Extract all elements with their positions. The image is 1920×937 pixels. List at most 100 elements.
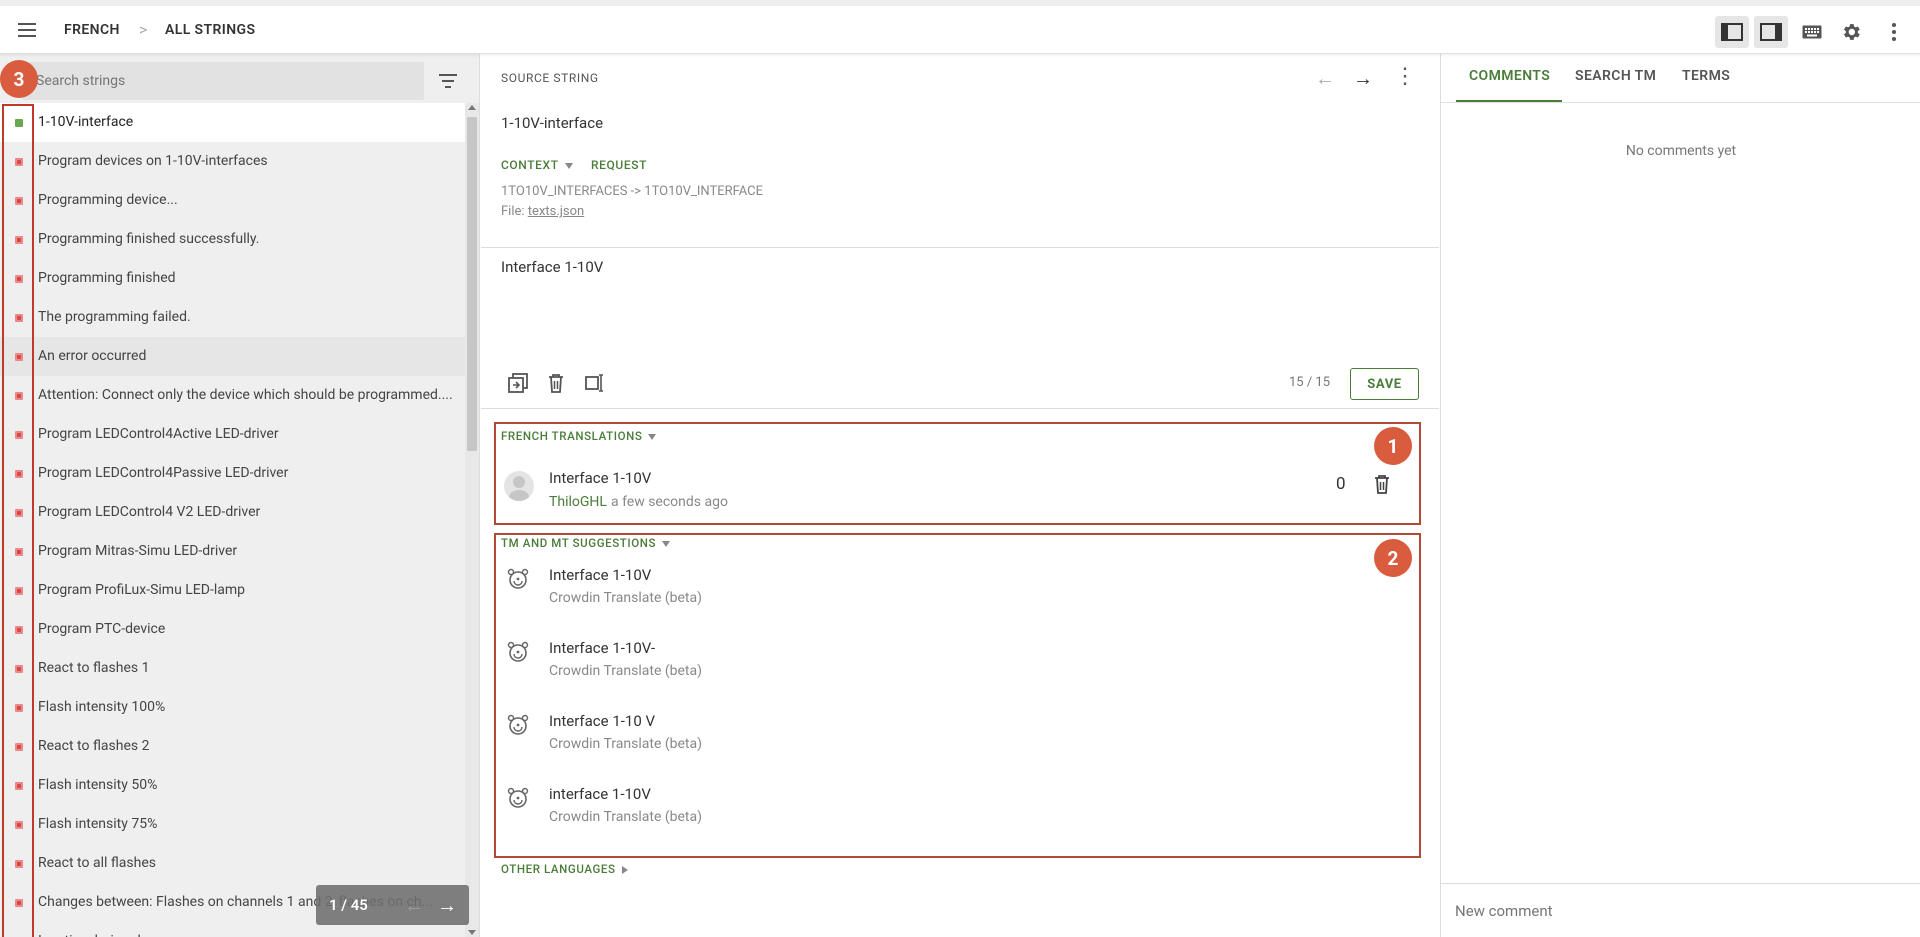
- next-string-arrow-icon[interactable]: →: [1353, 66, 1373, 91]
- string-list-item[interactable]: Program ProfiLux-Simu LED-lamp: [0, 571, 465, 610]
- toggle-left-panel-icon[interactable]: [1715, 16, 1749, 48]
- translation-editor-input[interactable]: [481, 248, 1439, 338]
- request-context-link[interactable]: REQUEST: [591, 158, 647, 172]
- untranslated-status-icon: [15, 821, 23, 829]
- other-languages-heading: OTHER LANGUAGES: [501, 862, 616, 876]
- string-list-item-text: React to flashes 1: [38, 660, 150, 676]
- string-list-item-text: Programming device...: [38, 192, 178, 208]
- string-list-item[interactable]: React to flashes 1: [0, 649, 465, 688]
- untranslated-status-icon: [15, 353, 23, 361]
- context-label: CONTEXT: [501, 158, 559, 172]
- string-list-item[interactable]: Programming device...: [0, 181, 465, 220]
- breadcrumb-all-strings[interactable]: ALL STRINGS: [165, 22, 255, 38]
- annotation-badge-1: 1: [1374, 427, 1412, 465]
- suggestion-source: Crowdin Translate (beta): [549, 736, 702, 752]
- string-list-item-text: Program ProfiLux-Simu LED-lamp: [38, 582, 245, 598]
- search-strings-box[interactable]: [22, 62, 424, 100]
- untranslated-status-icon: [15, 548, 23, 556]
- suggestion-item[interactable]: Interface 1-10 V Crowdin Translate (beta): [481, 712, 1431, 780]
- string-list-scrollbar[interactable]: [465, 103, 479, 937]
- string-list-item[interactable]: Flash intensity 50%: [0, 766, 465, 805]
- pager-next-arrow-icon[interactable]: →: [437, 893, 457, 918]
- delete-translation-trash-icon[interactable]: [1371, 473, 1393, 495]
- string-list-item-text: React to all flashes: [38, 855, 156, 871]
- scroll-thumb[interactable]: [467, 117, 477, 451]
- suggestion-item[interactable]: interface 1-10V Crowdin Translate (beta): [481, 785, 1431, 853]
- tab-comments[interactable]: COMMENTS: [1469, 68, 1550, 84]
- string-list-item-text: Program Mitras-Simu LED-driver: [38, 543, 238, 559]
- top-bar: FRENCH > ALL STRINGS: [0, 0, 1920, 54]
- french-translations-toggle[interactable]: FRENCH TRANSLATIONS: [501, 429, 657, 443]
- string-list-item-text: Flash intensity 75%: [38, 816, 158, 832]
- scroll-up-arrow-icon[interactable]: [468, 105, 476, 110]
- source-more-icon[interactable]: ⋮: [1394, 64, 1416, 89]
- untranslated-status-icon: [15, 431, 23, 439]
- translation-time: a few seconds ago: [611, 494, 728, 510]
- string-list-item-text: Attention: Connect only the device which…: [38, 387, 453, 403]
- string-list-item[interactable]: 1-10V-interface: [0, 103, 465, 142]
- untranslated-status-icon: [15, 587, 23, 595]
- string-list-item[interactable]: Program LEDControl4 V2 LED-driver: [0, 493, 465, 532]
- string-list-item[interactable]: Program LEDControl4Passive LED-driver: [0, 454, 465, 493]
- keyboard-icon[interactable]: [1795, 16, 1829, 48]
- user-avatar: [504, 471, 534, 501]
- string-list-item[interactable]: The programming failed.: [0, 298, 465, 337]
- scroll-down-arrow-icon[interactable]: [468, 930, 476, 935]
- string-list-item[interactable]: Programming finished successfully.: [0, 220, 465, 259]
- hamburger-menu-icon[interactable]: [14, 18, 40, 44]
- annotation-badge-3: 3: [0, 60, 38, 98]
- file-prefix: File:: [501, 204, 525, 219]
- string-list-item-text: Program LEDControl4 V2 LED-driver: [38, 504, 261, 520]
- pager-prev-arrow-icon[interactable]: ←: [404, 893, 424, 918]
- untranslated-status-icon: [15, 860, 23, 868]
- string-list-item[interactable]: Program Mitras-Simu LED-driver: [0, 532, 465, 571]
- string-list-item[interactable]: Program devices on 1-10V-interfaces: [0, 142, 465, 181]
- string-list-item[interactable]: Flash intensity 75%: [0, 805, 465, 844]
- string-list-item-text: 1-10V-interface: [38, 114, 134, 130]
- source-string-text: 1-10V-interface: [501, 114, 604, 132]
- save-button[interactable]: SAVE: [1350, 368, 1419, 400]
- annotation-badge-2: 2: [1374, 539, 1412, 577]
- string-list-item[interactable]: Programming finished: [0, 259, 465, 298]
- settings-gear-icon[interactable]: [1834, 16, 1868, 48]
- file-link[interactable]: texts.json: [528, 204, 584, 219]
- suggestion-text: interface 1-10V: [549, 785, 651, 803]
- tab-terms[interactable]: TERMS: [1682, 68, 1730, 84]
- file-info: File: texts.json: [501, 204, 584, 219]
- search-strings-input[interactable]: [22, 62, 424, 100]
- other-languages-toggle[interactable]: OTHER LANGUAGES: [501, 862, 628, 876]
- translation-author-link[interactable]: ThiloGHL: [549, 494, 607, 510]
- crowdin-translate-icon: [506, 641, 530, 663]
- filter-icon[interactable]: [434, 68, 462, 94]
- string-list-item[interactable]: Program LEDControl4Active LED-driver: [0, 415, 465, 454]
- untranslated-status-icon: [15, 704, 23, 712]
- toggle-right-panel-icon[interactable]: [1754, 16, 1788, 48]
- suggestion-item[interactable]: Interface 1-10V- Crowdin Translate (beta): [481, 639, 1431, 707]
- split-view-icon[interactable]: [584, 372, 608, 396]
- clear-translation-trash-icon[interactable]: [545, 372, 569, 396]
- string-list-item-text: The programming failed.: [38, 309, 191, 325]
- string-list-item[interactable]: Attention: Connect only the device which…: [0, 376, 465, 415]
- tm-mt-suggestions-heading: TM AND MT SUGGESTIONS: [501, 536, 657, 550]
- other-languages-expand-icon: [621, 865, 628, 874]
- breadcrumb-language[interactable]: FRENCH: [64, 22, 120, 38]
- untranslated-status-icon: [15, 743, 23, 751]
- string-list-item[interactable]: React to all flashes: [0, 844, 465, 883]
- vote-count[interactable]: 0: [1336, 474, 1346, 494]
- copy-source-icon[interactable]: [507, 372, 531, 396]
- string-list-item[interactable]: Program PTC-device: [0, 610, 465, 649]
- suggestion-item[interactable]: Interface 1-10V Crowdin Translate (beta): [481, 566, 1431, 634]
- tm-mt-suggestions-toggle[interactable]: TM AND MT SUGGESTIONS: [501, 536, 671, 550]
- prev-string-arrow-icon[interactable]: ←: [1315, 66, 1335, 91]
- string-list-item[interactable]: React to flashes 2: [0, 727, 465, 766]
- string-list-item[interactable]: Flash intensity 100%: [0, 688, 465, 727]
- new-comment-input[interactable]: [1441, 883, 1920, 937]
- tab-search-tm[interactable]: SEARCH TM: [1575, 68, 1656, 84]
- suggestion-text: Interface 1-10V: [549, 566, 652, 584]
- translated-status-icon: [15, 119, 23, 127]
- more-vertical-icon[interactable]: [1877, 16, 1911, 48]
- source-string-heading: SOURCE STRING: [501, 71, 599, 85]
- context-toggle[interactable]: CONTEXT: [501, 158, 573, 172]
- string-list-item[interactable]: An error occurred: [0, 337, 465, 376]
- untranslated-status-icon: [15, 665, 23, 673]
